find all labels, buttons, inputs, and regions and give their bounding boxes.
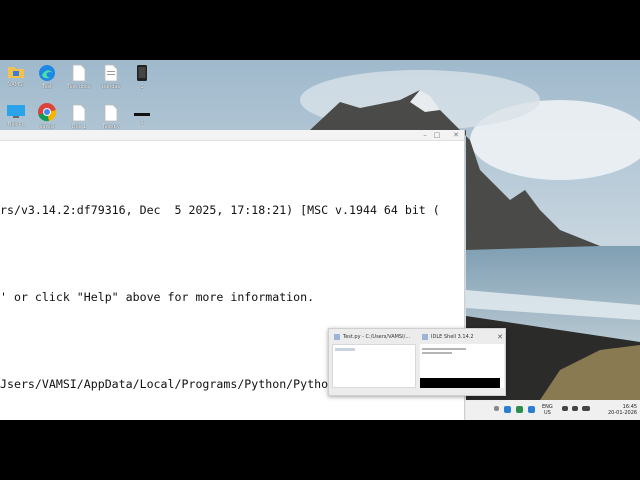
- desktop-icon-label: pandas: [101, 84, 121, 90]
- desktop-icon-label: Test.docx: [67, 84, 91, 90]
- close-icon[interactable]: ✕: [497, 332, 503, 342]
- desktop-icon-label: This PC: [6, 122, 26, 128]
- document-icon: [104, 104, 118, 122]
- desktop-icon-pandas[interactable]: pandas: [96, 64, 126, 90]
- close-icon[interactable]: ✕: [451, 130, 461, 140]
- letterbox-top: [0, 0, 640, 60]
- thumbnail-text-lines: [422, 348, 466, 350]
- preview-thumbnail-test-py[interactable]: Test.py - C:/Users/VAMSI/...: [331, 332, 417, 390]
- chrome-icon: [38, 103, 57, 122]
- desktop-icon-2[interactable]: 2: [127, 112, 157, 126]
- desktop-icon-label: VAMSI: [8, 82, 24, 88]
- letterbox-bottom: [0, 420, 640, 480]
- desktop-icon-vamsi[interactable]: VAMSI: [1, 64, 31, 88]
- desktop-icon-doc-1[interactable]: Doc 1: [64, 104, 94, 130]
- thumbnail-image: [420, 344, 504, 388]
- security-icon[interactable]: [516, 406, 523, 413]
- network-shield-icon[interactable]: [528, 406, 535, 413]
- document-icon: [72, 64, 86, 82]
- desktop-icon-this-pc[interactable]: This PC: [1, 104, 31, 128]
- thumbnail-title-text: Test.py - C:/Users/VAMSI/...: [343, 334, 411, 340]
- edge-browser-icon: [39, 65, 55, 81]
- taskbar: ENG US 16:45 20-01-2026: [466, 400, 640, 420]
- thumbnail-title: Test.py - C:/Users/VAMSI/...: [331, 332, 417, 342]
- monitor-icon: [7, 105, 25, 118]
- clock-date: 20-01-2026: [608, 410, 638, 416]
- desktop: VAMSI Test Test.docx pandas 1 This PC va…: [0, 60, 640, 420]
- thumbnail-taskbar-band: [420, 378, 500, 388]
- taskbar-preview-popup: Test.py - C:/Users/VAMSI/... IDLE Shell …: [328, 328, 506, 396]
- desktop-icon-label: 1: [140, 84, 144, 90]
- desktop-icon-test-py[interactable]: Test.py: [96, 104, 126, 130]
- idle-app-icon: [422, 333, 428, 340]
- wifi-icon[interactable]: [562, 406, 568, 411]
- thumbnail-text-lines: [422, 352, 452, 354]
- preview-thumbnail-idle-shell[interactable]: IDLE Shell 3.14.2 ✕: [419, 332, 505, 390]
- desktop-icon-test[interactable]: Test: [32, 64, 62, 90]
- dash-icon: [134, 113, 150, 116]
- document-icon: [104, 64, 118, 82]
- cloud-icon[interactable]: [504, 406, 511, 413]
- language-bottom: US: [543, 410, 551, 416]
- document-icon: [72, 104, 86, 122]
- battery-icon[interactable]: [582, 406, 590, 411]
- volume-icon[interactable]: [572, 406, 578, 411]
- desktop-icon-label: Test: [42, 84, 52, 90]
- idle-app-icon: [334, 333, 340, 340]
- thumbnail-title: IDLE Shell 3.14.2: [419, 332, 505, 342]
- folder-icon: [8, 67, 24, 78]
- desktop-icon-vamsi-chrome[interactable]: vamsi: [32, 102, 62, 130]
- thumbnail-text-lines: [335, 348, 355, 351]
- desktop-icon-test-docx[interactable]: Test.docx: [64, 64, 94, 90]
- language-indicator[interactable]: ENG US: [542, 404, 553, 416]
- shell-line: rs/v3.14.2:df79316, Dec 5 2025, 17:18:21…: [0, 203, 440, 217]
- desktop-icon-1[interactable]: 1: [127, 64, 157, 90]
- clock[interactable]: 16:45 20-01-2026: [608, 404, 637, 416]
- thumbnail-title-text: IDLE Shell 3.14.2: [431, 334, 474, 340]
- desktop-icon-label: 2: [140, 120, 144, 126]
- phone-icon: [137, 65, 147, 81]
- thumbnail-image: [332, 344, 416, 388]
- shell-line: ' or click "Help" above for more informa…: [0, 290, 315, 304]
- chevron-up-icon[interactable]: [494, 406, 499, 411]
